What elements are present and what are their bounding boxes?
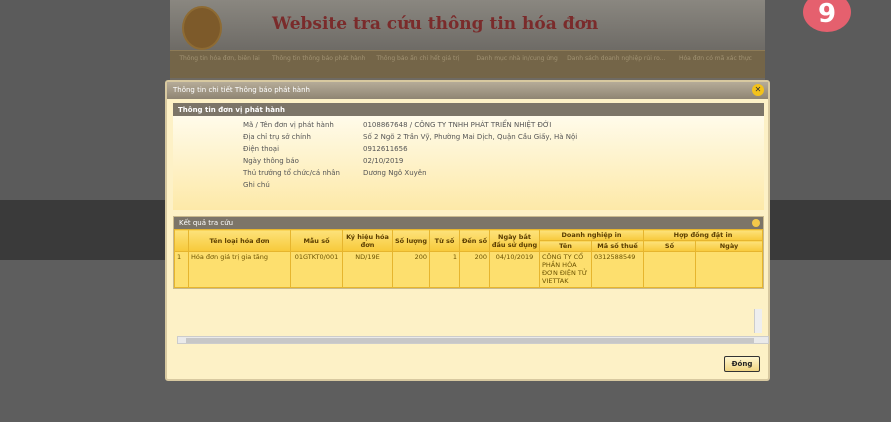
issuer-info: Mã / Tên đơn vị phát hành 0108867648 / CÔ… — [173, 116, 764, 210]
cell-name: Hóa đơn giá trị gia tăng — [188, 251, 291, 288]
col-start: Ngày bắt đầu sử dụng — [489, 229, 540, 252]
info-value: Dương Ngô Xuyên — [363, 169, 427, 177]
cell-qty: 200 — [392, 251, 430, 288]
col-form: Mẫu số — [290, 229, 343, 252]
horizontal-scrollbar[interactable] — [177, 336, 769, 344]
col-printer-tax: Mã số thuế — [591, 240, 644, 252]
col-index — [174, 229, 189, 252]
scroll-thumb[interactable] — [186, 338, 754, 343]
col-contract: Hợp đồng đặt in — [643, 229, 763, 241]
cell-form: 01GTKT0/001 — [290, 251, 343, 288]
col-printer-name: Tên — [539, 240, 592, 252]
close-button[interactable]: Đóng — [724, 356, 760, 372]
cell-symbol: ND/19E — [342, 251, 393, 288]
cell-contract-date — [695, 251, 763, 288]
col-qty: Số lượng — [392, 229, 430, 252]
result-heading: Kết quả tra cứu — [179, 219, 234, 227]
brand-logo: 9 — [803, 0, 851, 32]
info-label: Ghi chú — [243, 181, 270, 189]
cell-to: 200 — [459, 251, 490, 288]
website-header: Website tra cứu thông tin hóa đơn Thông … — [170, 0, 765, 80]
info-label: Thủ trưởng tổ chức/cá nhân — [243, 169, 340, 177]
info-label: Địa chỉ trụ sở chính — [243, 133, 311, 141]
nav-item[interactable]: Danh sách doanh nghiệp rủi ro... — [567, 51, 666, 78]
nav-item[interactable]: Danh mục nhà in/cung ứng — [468, 51, 567, 78]
cell-from: 1 — [429, 251, 460, 288]
cell-printer-name: CÔNG TY CỔ PHẦN HÓA ĐƠN ĐIỆN TỬ VIETTAK — [539, 251, 592, 288]
cell-printer-tax: 0312588549 — [591, 251, 644, 288]
info-value: 0108867648 / CÔNG TY TNHH PHÁT TRIỂN NHI… — [363, 121, 552, 129]
nav-item[interactable]: Hóa đơn có mã xác thực — [666, 51, 765, 78]
issuer-heading: Thông tin đơn vị phát hành — [173, 103, 764, 116]
dialog-title: Thông tin chi tiết Thông báo phát hành — [167, 82, 768, 99]
col-symbol: Ký hiệu hóa đơn — [342, 229, 393, 252]
info-value: 0912611656 — [363, 145, 408, 153]
table-row[interactable]: 1 Hóa đơn giá trị gia tăng 01GTKT0/001 N… — [174, 251, 763, 288]
cell-index: 1 — [174, 251, 189, 288]
main-nav: Thông tin hóa đơn, biên lai Thông tin th… — [170, 50, 765, 78]
vertical-scrollbar[interactable] — [754, 309, 762, 333]
info-value: 02/10/2019 — [363, 157, 404, 165]
emblem-icon — [182, 6, 222, 50]
close-icon[interactable]: ✕ — [752, 84, 764, 96]
collapse-icon[interactable] — [752, 219, 760, 227]
cell-start: 04/10/2019 — [489, 251, 540, 288]
cell-contract-no — [643, 251, 696, 288]
col-to: Đến số — [459, 229, 490, 252]
detail-dialog: Thông tin chi tiết Thông báo phát hành ✕… — [165, 80, 770, 381]
col-name: Tên loại hóa đơn — [188, 229, 291, 252]
col-printer: Doanh nghiệp in — [539, 229, 644, 241]
col-contract-no: Số — [643, 240, 696, 252]
result-table: Tên loại hóa đơn Mẫu số Ký hiệu hóa đơn … — [174, 229, 763, 288]
result-panel: Kết quả tra cứu Tên loại hóa đơn Mẫu số … — [173, 216, 764, 289]
info-value: Số 2 Ngõ 2 Trần Vỹ, Phường Mai Dịch, Quậ… — [363, 133, 578, 141]
info-label: Ngày thông báo — [243, 157, 299, 165]
nav-item[interactable]: Thông tin thông báo phát hành — [269, 51, 368, 78]
site-title: Website tra cứu thông tin hóa đơn — [272, 14, 599, 34]
nav-item[interactable]: Thông báo ấn chỉ hết giá trị — [368, 51, 467, 78]
nav-item[interactable]: Thông tin hóa đơn, biên lai — [170, 51, 269, 78]
info-label: Mã / Tên đơn vị phát hành — [243, 121, 334, 129]
info-label: Điện thoại — [243, 145, 280, 153]
col-from: Từ số — [429, 229, 460, 252]
col-contract-date: Ngày — [695, 240, 763, 252]
